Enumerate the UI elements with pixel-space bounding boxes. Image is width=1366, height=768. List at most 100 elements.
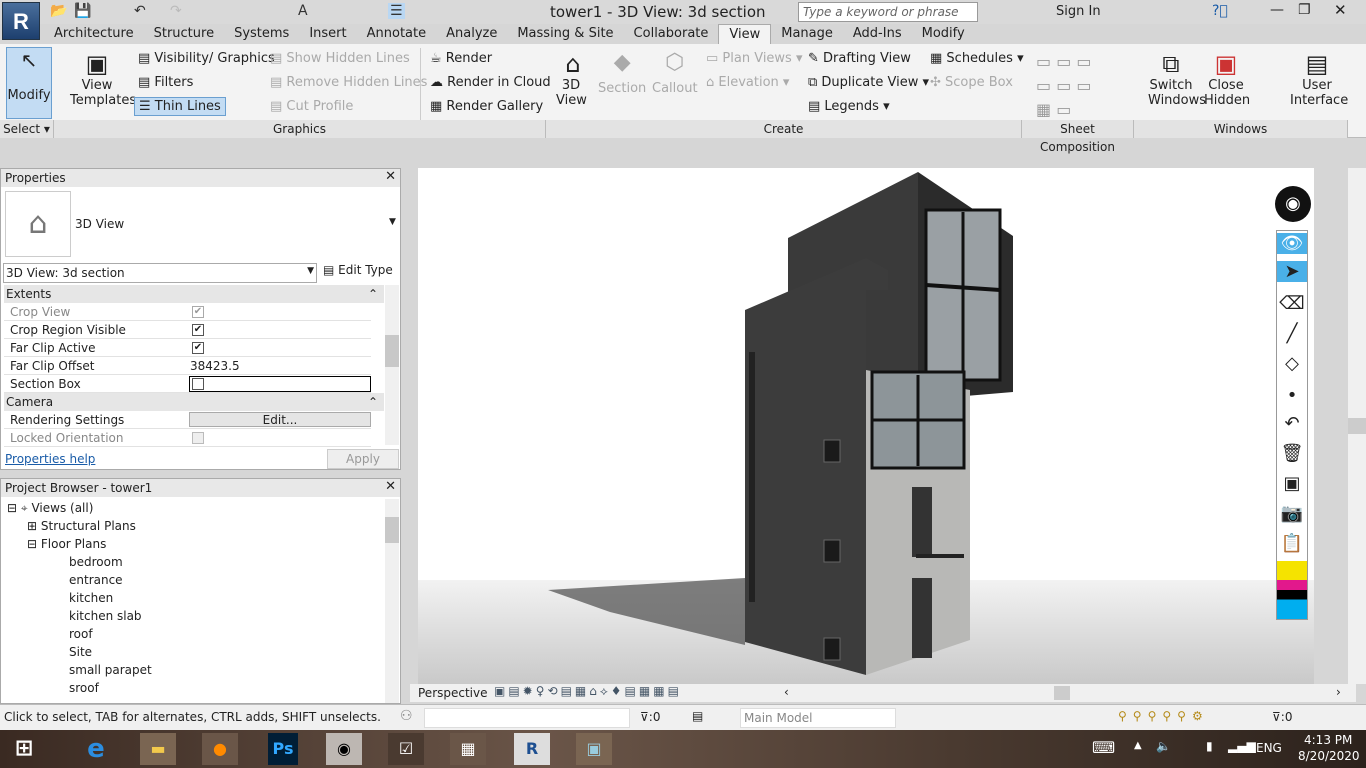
properties-help-link[interactable]: Properties help — [5, 452, 95, 466]
group-extents[interactable]: Extents ⌃ — [4, 285, 384, 303]
photos-icon[interactable]: ▣ — [576, 733, 612, 765]
tab-annotate[interactable]: Annotate — [357, 24, 436, 44]
close-browser-icon[interactable]: ✕ — [385, 479, 396, 494]
search-input[interactable]: Type a keyword or phrase — [798, 2, 978, 22]
trash-icon[interactable]: 🗑 — [1277, 443, 1307, 464]
select-dropdown[interactable]: Select ▾ — [0, 120, 54, 138]
cut-profile-button[interactable]: ▤ Cut Profile — [270, 99, 353, 114]
type-dropdown-icon[interactable]: ▼ — [389, 217, 396, 227]
undo-icon[interactable]: ↶ — [134, 3, 146, 19]
network-icon[interactable]: ▂▄▆ — [1228, 739, 1256, 753]
revit-taskbar-icon[interactable]: R — [514, 733, 550, 765]
plan-views-button[interactable]: ▭ Plan Views ▾ — [706, 51, 803, 66]
text-icon[interactable]: A — [298, 3, 308, 19]
tab-add-ins[interactable]: Add-Ins — [843, 24, 912, 44]
save-icon[interactable]: 💾 — [74, 3, 91, 19]
duplicate-view-button[interactable]: ⧉ Duplicate View ▾ — [808, 75, 929, 90]
crop-view-checkbox[interactable]: ✔ — [192, 306, 204, 318]
undo-annotation-icon[interactable]: ↶ — [1277, 413, 1307, 434]
render-gallery-button[interactable]: ▦ Render Gallery — [430, 99, 543, 114]
thin-lines-qa-icon[interactable]: ☰ — [388, 3, 405, 19]
remove-hidden-lines-button[interactable]: ▤ Remove Hidden Lines — [270, 75, 427, 90]
line-icon[interactable]: ╱ — [1277, 323, 1307, 344]
3d-view-button[interactable]: ⌂ 3D View — [556, 50, 590, 108]
modify-button[interactable]: ↖ Modify — [6, 47, 52, 119]
tree-view-item[interactable]: bedroom — [69, 555, 123, 569]
tree-views-all[interactable]: ⊟ ⌖ Views (all) — [7, 501, 93, 516]
thin-lines-button[interactable]: ☰ Thin Lines — [134, 97, 226, 116]
app-menu-button[interactable]: R — [2, 2, 40, 40]
tab-modify[interactable]: Modify — [912, 24, 975, 44]
tab-collaborate[interactable]: Collaborate — [624, 24, 719, 44]
visibility-graphics-button[interactable]: ▤ Visibility/ Graphics — [138, 51, 275, 66]
design-option-dropdown[interactable]: Main Model — [740, 708, 896, 728]
camera-icon[interactable]: 📷 — [1277, 503, 1307, 524]
scope-box-button[interactable]: ✣ Scope Box — [930, 75, 1013, 90]
filter-count[interactable]: ⊽:0 — [1272, 710, 1292, 724]
clock-time[interactable]: 4:13 PM — [1304, 733, 1352, 747]
tab-manage[interactable]: Manage — [771, 24, 843, 44]
color-palette-icon[interactable] — [1277, 561, 1307, 619]
render-cloud-button[interactable]: ☁ Render in Cloud — [430, 75, 551, 90]
properties-scrollbar[interactable] — [385, 285, 399, 445]
design-options-icon[interactable]: ▤ — [692, 709, 703, 723]
clock-date[interactable]: 8/20/2020 — [1298, 749, 1360, 763]
section-button[interactable]: ◆ Section — [598, 50, 646, 96]
view-control-icons[interactable]: ▣▤✹♀⟲▤▦⌂⟡♦▤▦▦▤ — [494, 684, 682, 699]
file-explorer-icon[interactable]: ▬ — [140, 733, 176, 765]
show-hidden-lines-button[interactable]: ▤ Show Hidden Lines — [270, 51, 410, 66]
firefox-icon[interactable]: ● — [202, 733, 238, 765]
workset-icon[interactable]: ⚇ — [400, 708, 413, 724]
tree-view-item[interactable]: Site — [69, 645, 92, 659]
elevation-button[interactable]: ⌂ Elevation ▾ — [706, 75, 789, 90]
view-scrollbar[interactable] — [1348, 168, 1366, 684]
browser-scrollbar[interactable] — [385, 499, 399, 703]
tree-view-item[interactable]: sroof — [69, 681, 99, 695]
tree-structural-plans[interactable]: ⊞ Structural Plans — [27, 519, 136, 533]
far-clip-offset-value[interactable]: 38423.5 — [190, 359, 240, 373]
view-mode-label[interactable]: Perspective — [418, 686, 488, 700]
tab-analyze[interactable]: Analyze — [436, 24, 507, 44]
tree-view-item[interactable]: entrance — [69, 573, 123, 587]
dot-icon[interactable]: • — [1277, 385, 1307, 406]
open-icon[interactable]: 📂 — [50, 3, 67, 19]
selection-filter-icons[interactable]: ⚲⚲⚲⚲⚲⚙ — [1118, 709, 1209, 723]
workset-dropdown[interactable] — [424, 708, 630, 728]
view-selector[interactable]: 3D View: 3d section ▼ — [3, 263, 317, 283]
language-indicator[interactable]: ENG — [1256, 741, 1282, 755]
select-arrow-icon[interactable]: ➤ — [1277, 261, 1307, 282]
view-templates-button[interactable]: ▣ View Templates — [70, 50, 136, 108]
tree-floor-plans[interactable]: ⊟ Floor Plans — [27, 537, 106, 551]
redo-icon[interactable]: ↷ — [170, 3, 182, 19]
crop-region-checkbox[interactable]: ✔ — [192, 324, 204, 336]
eye-icon[interactable]: 👁 — [1277, 233, 1307, 254]
keyboard-icon[interactable]: ⌨ — [1092, 738, 1115, 757]
user-interface-button[interactable]: ▤ User Interface — [1290, 50, 1348, 108]
tree-view-item[interactable]: roof — [69, 627, 93, 641]
filters-button[interactable]: ▤ Filters — [138, 75, 193, 90]
drafting-view-button[interactable]: ✎ Drafting View — [808, 51, 911, 66]
volume-icon[interactable]: 🔈 — [1156, 739, 1171, 753]
render-button[interactable]: ☕ Render — [430, 51, 492, 66]
close-hidden-button[interactable]: ▣ Close Hidden — [1204, 50, 1250, 108]
help-icon[interactable]: ?⃝ — [1212, 3, 1228, 19]
tab-view[interactable]: View — [718, 24, 772, 44]
screen-icon[interactable]: ▣ — [1277, 473, 1307, 494]
tree-view-item[interactable]: small parapet — [69, 663, 152, 677]
far-clip-checkbox[interactable]: ✔ — [192, 342, 204, 354]
tree-view-item[interactable]: kitchen — [69, 591, 113, 605]
sign-in-button[interactable]: Sign In — [1056, 4, 1101, 19]
tab-structure[interactable]: Structure — [144, 24, 224, 44]
close-properties-icon[interactable]: ✕ — [385, 169, 396, 184]
start-button-icon[interactable]: ⊞ — [6, 733, 42, 765]
section-box-checkbox[interactable] — [192, 378, 204, 390]
tab-architecture[interactable]: Architecture — [44, 24, 144, 44]
notes-icon[interactable]: ☑ — [388, 733, 424, 765]
3d-view-canvas[interactable] — [418, 168, 1314, 684]
callout-button[interactable]: ⬡ Callout — [652, 50, 698, 96]
tab-systems[interactable]: Systems — [224, 24, 299, 44]
app-pen-icon[interactable]: ◉ — [326, 733, 362, 765]
video-editor-icon[interactable]: ▦ — [450, 733, 486, 765]
close-button[interactable]: ✕ — [1334, 1, 1347, 19]
rendering-edit-button[interactable]: Edit... — [189, 412, 371, 427]
